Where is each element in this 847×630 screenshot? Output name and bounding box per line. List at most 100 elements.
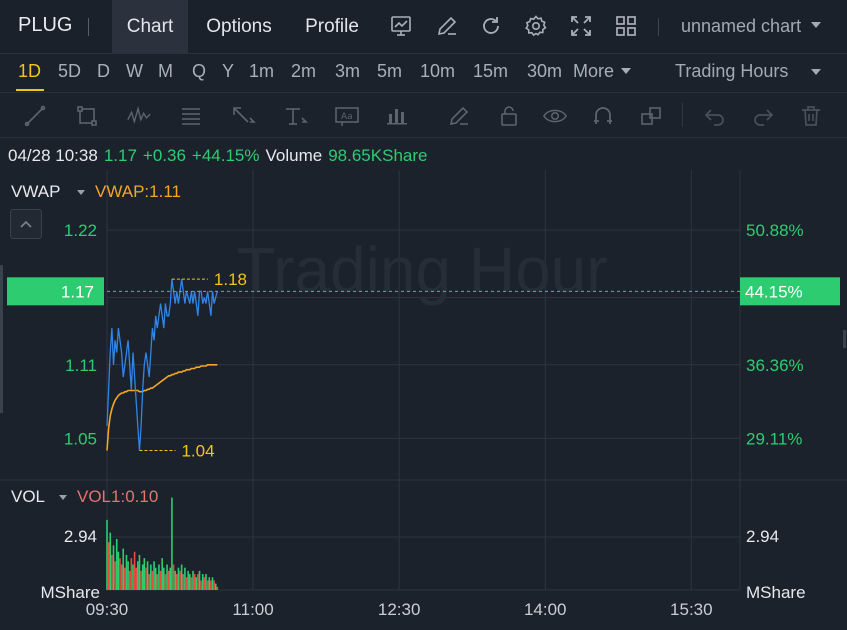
price-chart[interactable]: Trading Hour 1.18 1.04 1.22 1.11 1.05 50.88%… <box>0 170 847 630</box>
timeframe-2m[interactable]: 2m <box>291 61 316 82</box>
y-tick-right: 50.88% <box>746 221 804 240</box>
brush-icon[interactable] <box>446 103 472 129</box>
magnet-icon[interactable] <box>590 103 616 129</box>
undo-icon[interactable] <box>702 103 728 129</box>
eye-icon[interactable] <box>542 103 568 129</box>
high-marker-label: 1.18 <box>214 270 247 289</box>
volume-bar <box>167 570 170 590</box>
toolbar-separator <box>682 103 683 127</box>
chart-grid <box>0 170 847 591</box>
volume-bar <box>216 586 219 590</box>
timeframe-1m[interactable]: 1m <box>249 61 274 82</box>
chart-name-select[interactable]: unnamed chart <box>681 16 801 37</box>
x-tick: 15:30 <box>670 600 713 619</box>
clone-icon[interactable] <box>638 103 664 129</box>
volume-bar <box>133 551 136 590</box>
wave-icon[interactable] <box>126 103 152 129</box>
timeframe-5d[interactable]: 5D <box>58 61 81 82</box>
timeframe-5m[interactable]: 5m <box>377 61 402 82</box>
timeframe-m[interactable]: M <box>158 61 173 82</box>
volume-bar <box>141 564 144 590</box>
pen-icon[interactable] <box>434 13 460 39</box>
vol-y-tick-right: 2.94 <box>746 527 779 546</box>
volume-bar <box>140 570 142 590</box>
fullscreen-icon[interactable] <box>568 13 594 39</box>
timeframe-15m[interactable]: 15m <box>473 61 508 82</box>
watermark: Trading Hour <box>236 234 607 306</box>
collapse-button[interactable] <box>10 209 42 239</box>
tab-chart[interactable]: Chart <box>112 0 188 53</box>
quote-volume: 98.65KShare <box>328 146 428 165</box>
indicator-vol-label[interactable]: VOL <box>11 487 45 507</box>
volume-bar <box>205 574 207 590</box>
timeframe-w[interactable]: W <box>126 61 143 82</box>
volume-bar <box>115 539 118 590</box>
timeframe-d[interactable]: D <box>97 61 110 82</box>
volume-bar <box>127 561 129 590</box>
lock-icon[interactable] <box>496 103 522 129</box>
quote-change: +0.36 <box>142 146 186 165</box>
volume-bar <box>125 554 128 590</box>
tab-options[interactable]: Options <box>192 0 286 53</box>
current-pct-badge-label: 44.15% <box>745 282 803 301</box>
drawing-toolbar: Aa <box>0 93 847 138</box>
ticker-symbol[interactable]: PLUG <box>18 14 72 37</box>
annotation-icon[interactable]: Aa <box>334 103 360 129</box>
volume-bar <box>111 554 113 590</box>
volume-bar <box>193 574 196 590</box>
session-chevron-down-icon[interactable] <box>811 69 821 75</box>
x-tick: 09:30 <box>86 600 129 619</box>
volume-bar <box>124 567 126 590</box>
y-tick-right: 36.36% <box>746 356 804 375</box>
fibonacci-icon[interactable] <box>178 103 204 129</box>
settings-icon[interactable] <box>523 13 549 39</box>
vol-chevron-down-icon[interactable] <box>59 495 67 500</box>
trash-icon[interactable] <box>798 103 824 129</box>
quote-volume-label: Volume <box>265 146 323 165</box>
text-icon[interactable] <box>282 103 308 129</box>
arrow-icon[interactable] <box>230 103 256 129</box>
measure-icon[interactable] <box>384 103 410 129</box>
volume-bar <box>201 574 204 590</box>
more-chevron-down-icon[interactable] <box>621 68 631 74</box>
tab-profile[interactable]: Profile <box>290 0 374 53</box>
indicator-vwap-label[interactable]: VWAP <box>11 182 60 202</box>
volume-bar <box>210 580 212 590</box>
y-tick-right: 29.11% <box>746 429 802 448</box>
svg-text:Aa: Aa <box>341 112 353 122</box>
volume-bar <box>203 577 206 590</box>
session-select[interactable]: Trading Hours <box>675 61 788 82</box>
volume-bar <box>214 583 217 590</box>
timeframe-q[interactable]: Q <box>192 61 206 82</box>
volume-bar <box>119 558 121 590</box>
volume-bar <box>161 558 163 590</box>
volume-bar <box>137 561 139 590</box>
rectangle-icon[interactable] <box>74 103 100 129</box>
volume-bar <box>156 574 159 590</box>
trendline-icon[interactable] <box>22 103 48 129</box>
chart-type-icon[interactable] <box>388 13 414 39</box>
x-tick: 11:00 <box>232 600 273 619</box>
volume-bar <box>180 564 183 590</box>
timeframe-3m[interactable]: 3m <box>335 61 360 82</box>
volume-bar <box>192 570 194 590</box>
vwap-chevron-down-icon[interactable] <box>77 190 85 195</box>
timeframe-1d[interactable]: 1D <box>18 61 41 82</box>
timeframe-y[interactable]: Y <box>222 61 234 82</box>
right-resize-handle[interactable] <box>843 330 846 348</box>
timeframe-10m[interactable]: 10m <box>420 61 455 82</box>
volume-bar <box>179 570 181 590</box>
quote-change-pct: +44.15% <box>191 146 260 165</box>
left-resize-handle[interactable] <box>0 265 3 413</box>
redo-icon[interactable] <box>750 103 776 129</box>
volume-bar <box>159 570 162 590</box>
refresh-icon[interactable] <box>478 13 504 39</box>
volume-bar <box>146 561 149 590</box>
timeframe-30m[interactable]: 30m <box>527 61 562 82</box>
toolbar-divider <box>658 18 659 36</box>
chevron-down-icon[interactable] <box>811 22 821 28</box>
timeframe-more[interactable]: More <box>573 61 614 82</box>
layout-grid-icon[interactable] <box>613 13 639 39</box>
low-marker-label: 1.04 <box>181 442 214 461</box>
volume-bar <box>163 567 165 590</box>
